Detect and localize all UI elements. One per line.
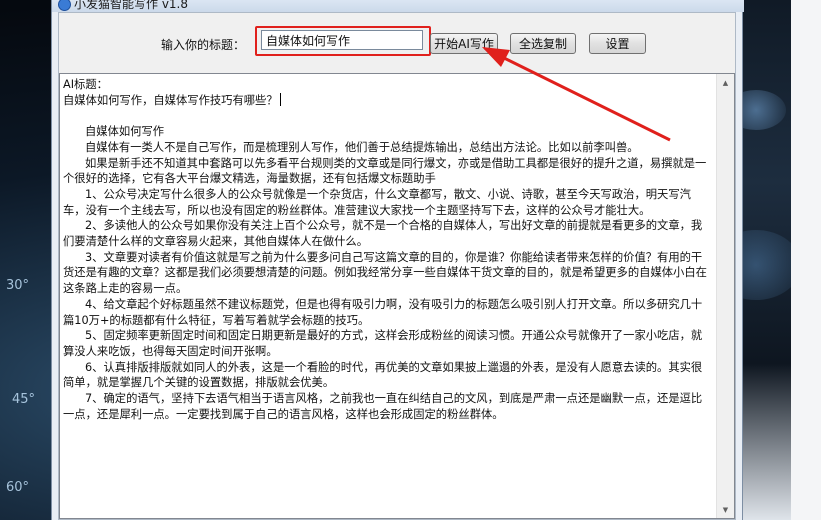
app-icon <box>58 0 71 11</box>
app-window: 小发猫智能写作 v1.8 输入你的标题： 开始AI写作 全选复制 设置 AI标题… <box>51 0 744 520</box>
select-all-copy-button[interactable]: 全选复制 <box>510 33 576 54</box>
topic-input[interactable] <box>261 30 423 50</box>
paragraph: 6、认真排版排版就如同人的外表，这是一个看脸的时代，再优美的文章如果披上邋遢的外… <box>63 360 703 390</box>
dial-label: 45° <box>12 392 36 407</box>
dial-label: 60° <box>6 480 30 495</box>
output-textarea[interactable]: AI标题： 自媒体如何写作，自媒体写作技巧有哪些？ 自媒体如何写作 自媒体有一类… <box>59 73 735 519</box>
paragraph: 3、文章要对读者有价值这就是写之前为什么要多问自己写这篇文章的目的，你是谁？你能… <box>63 250 707 296</box>
topic-label: 输入你的标题： <box>161 38 246 52</box>
paragraph: 5、固定频率更新固定时间和固定日期更新是最好的方式，这样会形成粉丝的阅读习惯。开… <box>63 329 703 358</box>
paragraph: 如果是新手还不知道其中套路可以先多看平台规则类的文章或是同行爆文，亦或是借助工具… <box>63 156 707 186</box>
section-title: 自媒体如何写作 <box>85 125 165 139</box>
output-content: AI标题： 自媒体如何写作，自媒体写作技巧有哪些？ 自媒体如何写作 自媒体有一类… <box>63 77 713 422</box>
vertical-scrollbar[interactable]: ▲ ▼ <box>716 74 734 518</box>
title-bar[interactable]: 小发猫智能写作 v1.8 <box>52 0 744 12</box>
text-caret <box>279 92 281 106</box>
paragraph: 自媒体有一类人不是自己写作，而是梳理别人写作，他们善于总结提炼输出，总结出方法论… <box>85 140 639 154</box>
scroll-down-icon[interactable]: ▼ <box>717 501 734 518</box>
output-heading: AI标题： <box>63 78 108 91</box>
ai-title: 自媒体如何写作，自媒体写作技巧有哪些？ <box>63 93 278 107</box>
settings-button[interactable]: 设置 <box>589 33 646 54</box>
main-panel: 输入你的标题： 开始AI写作 全选复制 设置 AI标题： 自媒体如何写作，自媒体… <box>58 12 736 520</box>
scroll-up-icon[interactable]: ▲ <box>717 74 734 91</box>
paragraph: 7、确定的语气，坚持下去语气相当于语言风格，之前我也一直在纠结自己的文风，到底是… <box>63 392 703 421</box>
start-ai-writing-button[interactable]: 开始AI写作 <box>430 33 498 54</box>
paragraph: 4、给文章起个好标题虽然不建议标题党，但是也得有吸引力啊，没有吸引力的标题怎么吸… <box>63 297 703 327</box>
paragraph: 2、多读他人的公众号如果你没有关注上百个公众号，就不是一个合格的自媒体人，写出好… <box>63 219 703 249</box>
window-title: 小发猫智能写作 v1.8 <box>74 0 189 11</box>
dial-label: 30° <box>6 278 30 293</box>
paragraph: 1、公众号决定写什么很多人的公众号就像是一个杂货店，什么文章都写，散文、小说、诗… <box>63 187 691 217</box>
